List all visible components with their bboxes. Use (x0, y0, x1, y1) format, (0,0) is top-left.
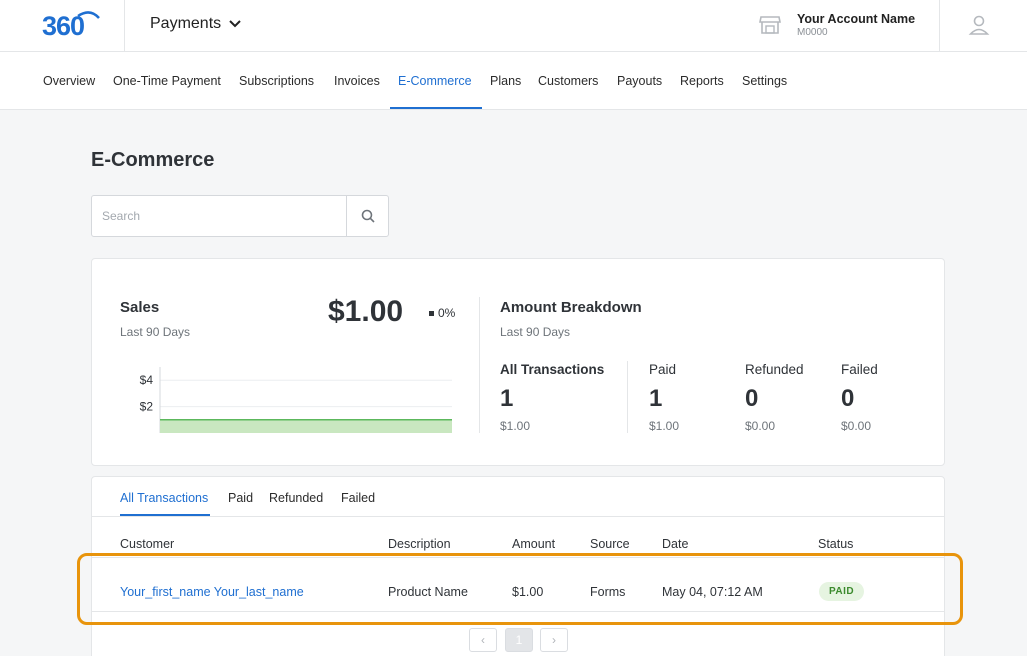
search-input[interactable] (92, 196, 346, 236)
card-divider (479, 297, 480, 433)
nav-overview[interactable]: Overview (43, 74, 95, 88)
sales-change: 0% (429, 306, 455, 320)
column-header-status[interactable]: Status (818, 537, 853, 551)
tab-all-transactions[interactable]: All Transactions (120, 491, 208, 505)
stat-label-failed: Failed (841, 362, 878, 377)
column-header-customer[interactable]: Customer (120, 537, 174, 551)
search-button[interactable] (346, 196, 388, 236)
top-bar: 360 Payments Your Account Name M0000 (0, 0, 1027, 52)
app-name: Payments (150, 15, 222, 32)
nav-one-time-payment[interactable]: One-Time Payment (113, 74, 221, 88)
header-divider-right (939, 0, 940, 52)
row-description: Product Name (388, 585, 468, 599)
status-badge: PAID (819, 582, 865, 601)
row-date: May 04, 07:12 AM (662, 585, 763, 599)
pagination-next-button[interactable]: › (540, 628, 568, 652)
chevron-down-icon (229, 20, 241, 28)
sales-amount: $1.00 (328, 295, 404, 328)
main-nav: Overview One-Time Payment Subscriptions … (0, 52, 1027, 110)
header-row-divider (92, 557, 944, 558)
stat-label-all: All Transactions (500, 362, 605, 377)
row-source: Forms (590, 585, 626, 599)
row-amount: $1.00 (512, 585, 544, 599)
pagination-prev-button[interactable]: ‹ (469, 628, 497, 652)
nav-settings[interactable]: Settings (742, 74, 787, 88)
tab-paid[interactable]: Paid (228, 491, 253, 505)
header-divider (124, 0, 125, 52)
stat-label-refunded: Refunded (745, 362, 804, 377)
stat-count-failed: 0 (841, 385, 855, 412)
column-header-date[interactable]: Date (662, 537, 688, 551)
nav-customers[interactable]: Customers (538, 74, 598, 88)
chart-y-tick-label: $4 (140, 373, 154, 387)
change-marker-icon (429, 310, 434, 316)
stat-amount-failed: $0.00 (841, 419, 872, 433)
column-header-description[interactable]: Description (388, 537, 451, 551)
sales-change-value: 0% (438, 306, 456, 320)
user-icon[interactable] (968, 14, 990, 36)
stat-count-paid: 1 (649, 385, 663, 412)
search-icon (361, 209, 375, 223)
column-header-source[interactable]: Source (590, 537, 630, 551)
stat-amount-paid: $1.00 (649, 419, 680, 433)
nav-invoices[interactable]: Invoices (334, 74, 380, 88)
chart-area (160, 419, 452, 433)
sales-chart: $4 $2 (140, 367, 452, 433)
stat-count-all: 1 (500, 385, 514, 412)
stat-count-refunded: 0 (745, 385, 759, 412)
sales-title: Sales (120, 299, 160, 316)
tab-refunded[interactable]: Refunded (269, 491, 323, 505)
transactions-card: All Transactions Paid Refunded Failed Cu… (91, 476, 945, 656)
nav-plans[interactable]: Plans (490, 74, 521, 88)
page-title: E-Commerce (91, 149, 215, 171)
nav-e-commerce[interactable]: E-Commerce (398, 74, 472, 88)
account-name[interactable]: Your Account Name (797, 12, 915, 26)
sales-card: Sales Last 90 Days $1.00 0% $4 $2 Amount … (91, 258, 945, 466)
chart-y-tick-label: $2 (140, 400, 154, 414)
nav-active-indicator (390, 107, 482, 109)
pagination-page-1[interactable]: 1 (505, 628, 533, 652)
account-id: M0000 (797, 27, 828, 38)
stat-label-paid: Paid (649, 362, 677, 377)
store-icon[interactable] (759, 15, 781, 35)
stat-divider (627, 361, 628, 433)
breakdown-title: Amount Breakdown (500, 299, 642, 316)
nav-reports[interactable]: Reports (680, 74, 724, 88)
stat-amount-refunded: $0.00 (745, 419, 776, 433)
customer-link[interactable]: Your_first_name Your_last_name (120, 585, 304, 599)
breakdown-period: Last 90 Days (500, 325, 571, 339)
tab-border (92, 516, 944, 517)
column-header-amount[interactable]: Amount (512, 537, 555, 551)
nav-payouts[interactable]: Payouts (617, 74, 662, 88)
sales-period: Last 90 Days (120, 325, 191, 339)
tab-failed[interactable]: Failed (341, 491, 375, 505)
360-logo[interactable]: 360 (42, 10, 100, 40)
nav-subscriptions[interactable]: Subscriptions (239, 74, 314, 88)
search-box (91, 195, 389, 237)
stat-amount-all: $1.00 (500, 419, 531, 433)
row-divider (92, 611, 944, 612)
app-switcher[interactable]: Payments (150, 15, 241, 33)
